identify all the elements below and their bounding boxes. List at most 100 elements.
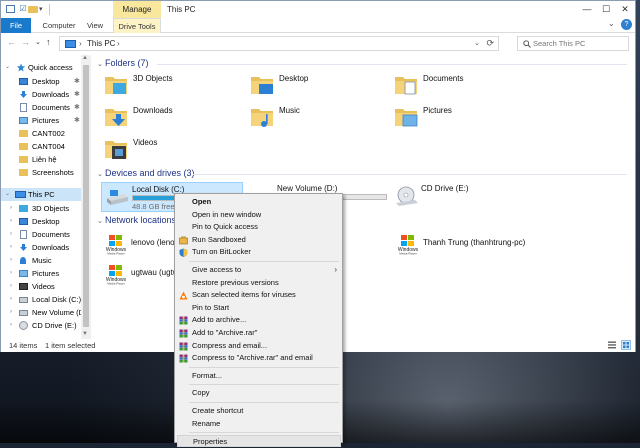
chevron-right-icon[interactable]: › (10, 306, 12, 319)
chevron-down-icon[interactable]: ⌄ (5, 61, 10, 74)
sidebar-item-pictures[interactable]: Pictures ✱ (1, 114, 93, 127)
menu-item-compress-and-email[interactable]: Compress and email... (177, 340, 341, 352)
folder-documents[interactable]: Documents (393, 72, 543, 102)
menu-item-compress-to-archive-rar-and-email[interactable]: Compress to "Archive.rar" and email (177, 352, 341, 364)
details-view-icon[interactable] (607, 340, 617, 350)
menu-item-give-access-to[interactable]: Give access to › (177, 264, 341, 276)
back-button[interactable]: ← (7, 37, 16, 47)
menu-item-pin-to-quick-access[interactable]: Pin to Quick access (177, 221, 341, 233)
folder-pictures[interactable]: Pictures (393, 104, 543, 134)
menu-item-copy[interactable]: Copy (177, 387, 341, 399)
pin-icon[interactable]: ✱ (74, 101, 80, 114)
sidebar-item-cant004[interactable]: CANT004 (1, 140, 93, 153)
menu-item-turn-on-bitlocker[interactable]: Turn on BitLocker (177, 246, 341, 258)
network-group-header[interactable]: ⌄ Network locations (97, 215, 176, 225)
address-text[interactable]: This PC (87, 39, 115, 48)
folder-desktop[interactable]: Desktop (249, 72, 399, 102)
chevron-down-icon[interactable]: ⌄ (97, 170, 105, 178)
properties-quick-icon[interactable]: ☑ (18, 4, 28, 14)
sidebar-item-cd-drive[interactable]: › CD Drive (E:) (1, 319, 93, 332)
chevron-right-icon[interactable]: › (10, 254, 12, 267)
chevron-right-icon[interactable]: › (10, 202, 12, 215)
maximize-button[interactable]: ☐ (598, 3, 614, 15)
address-chevron[interactable]: › (79, 39, 82, 48)
folder-music[interactable]: Music (249, 104, 399, 134)
menu-item-run-sandboxed[interactable]: Run Sandboxed (177, 234, 341, 246)
menu-item-add-to-archive[interactable]: Add to archive... (177, 314, 341, 326)
pin-icon[interactable]: ✱ (74, 88, 80, 101)
sidebar-item-downloads[interactable]: Downloads ✱ (1, 88, 93, 101)
sidebar-item-lien-he[interactable]: Liên hệ (1, 153, 93, 166)
scroll-thumb[interactable] (83, 65, 89, 327)
sidebar-item-documents[interactable]: Documents ✱ (1, 101, 93, 114)
sidebar-item-quick-access[interactable]: ⌄ Quick access (1, 61, 93, 74)
sidebar-item-local-disk[interactable]: › Local Disk (C:) (1, 293, 93, 306)
forward-button[interactable]: → (21, 37, 30, 47)
drive-cd-e[interactable]: CD Drive (E:) (391, 182, 511, 212)
sidebar-item-pc-desktop[interactable]: › Desktop (1, 215, 93, 228)
chevron-right-icon[interactable]: › (10, 267, 12, 280)
folders-group-header[interactable]: ⌄ Folders (7) (97, 58, 149, 68)
sidebar-item-desktop[interactable]: Desktop ✱ (1, 75, 93, 88)
menu-item-create-shortcut[interactable]: Create shortcut (177, 405, 341, 417)
sidebar-item-screenshots[interactable]: Screenshots (1, 166, 93, 179)
sidebar-item-cant002[interactable]: CANT002 (1, 127, 93, 140)
menu-item-rename[interactable]: Rename (177, 418, 341, 430)
ribbon-expand-icon[interactable]: ⌄ (608, 19, 615, 28)
menu-item-restore-previous-versions[interactable]: Restore previous versions (177, 277, 341, 289)
chevron-right-icon[interactable]: › (10, 293, 12, 306)
chevron-down-icon[interactable]: ⌄ (97, 60, 105, 68)
chevron-right-icon[interactable]: › (10, 215, 12, 228)
sidebar-item-music[interactable]: › Music (1, 254, 93, 267)
folder-downloads[interactable]: Downloads (103, 104, 253, 134)
menu-item-open-in-new-window[interactable]: Open in new window (177, 209, 341, 221)
menu-item-open[interactable]: Open (177, 196, 341, 208)
sidebar-item-3d-objects[interactable]: › 3D Objects (1, 202, 93, 215)
menu-item-format[interactable]: Format... (177, 370, 341, 382)
search-box[interactable] (517, 36, 629, 51)
up-button[interactable]: ↑ (46, 37, 51, 47)
quick-access-toolbar-dropdown-icon[interactable]: ▾ (39, 5, 43, 13)
menu-item-add-to-archive-rar[interactable]: Add to "Archive.rar" (177, 327, 341, 339)
folder-3d-objects[interactable]: 3D Objects (103, 72, 253, 102)
tab-file[interactable]: File (1, 18, 31, 33)
chevron-down-icon[interactable]: ⌄ (5, 188, 10, 201)
address-dropdown-icon[interactable]: ⌄ (474, 39, 480, 47)
address-bar[interactable]: › This PC › ⌄ ⟳ (59, 36, 499, 51)
search-input[interactable] (533, 38, 627, 49)
new-folder-quick-icon[interactable] (28, 4, 38, 14)
manage-contextual-tab[interactable]: Manage (113, 1, 161, 18)
devices-group-header[interactable]: ⌄ Devices and drives (3) (97, 168, 195, 178)
refresh-icon[interactable]: ⟳ (486, 38, 494, 49)
folder-videos[interactable]: Videos (103, 136, 253, 166)
chevron-right-icon[interactable]: › (10, 241, 12, 254)
tab-view[interactable]: View (83, 18, 107, 33)
sidebar-item-pc-downloads[interactable]: › Downloads (1, 241, 93, 254)
scroll-up-icon[interactable]: ▲ (82, 55, 88, 61)
sidebar-item-new-volume[interactable]: › New Volume (D: (1, 306, 93, 319)
tab-drive-tools[interactable]: Drive Tools (113, 18, 161, 33)
large-icons-view-icon[interactable] (621, 340, 631, 350)
menu-item-scan-selected-items-for-viruses[interactable]: Scan selected items for viruses (177, 289, 341, 301)
navigation-scrollbar[interactable]: ▲ ▼ (81, 55, 91, 339)
help-icon[interactable]: ? (621, 19, 632, 30)
address-chevron-next[interactable]: › (117, 39, 120, 48)
scroll-down-icon[interactable]: ▼ (82, 331, 88, 337)
menu-item-properties[interactable]: Properties (177, 435, 341, 448)
network-location-thanh-trung[interactable]: Windows Media Player Thanh Trung (thanht… (393, 233, 593, 257)
sidebar-item-pc-documents[interactable]: › Documents (1, 228, 93, 241)
recent-locations-button[interactable]: ⌄ (35, 38, 41, 46)
pin-icon[interactable]: ✱ (74, 75, 80, 88)
chevron-right-icon[interactable]: › (10, 228, 12, 241)
pin-icon[interactable]: ✱ (74, 114, 80, 127)
chevron-right-icon[interactable]: › (10, 280, 12, 293)
chevron-down-icon[interactable]: ⌄ (97, 217, 105, 225)
sidebar-item-videos[interactable]: › Videos (1, 280, 93, 293)
minimize-button[interactable]: — (579, 3, 595, 15)
tab-computer[interactable]: Computer (39, 18, 79, 33)
menu-item-pin-to-start[interactable]: Pin to Start (177, 302, 341, 314)
sidebar-item-this-pc[interactable]: ⌄ This PC (1, 188, 81, 201)
close-button[interactable]: ✕ (617, 3, 633, 15)
sidebar-item-pc-pictures[interactable]: › Pictures (1, 267, 93, 280)
chevron-right-icon[interactable]: › (10, 319, 12, 332)
